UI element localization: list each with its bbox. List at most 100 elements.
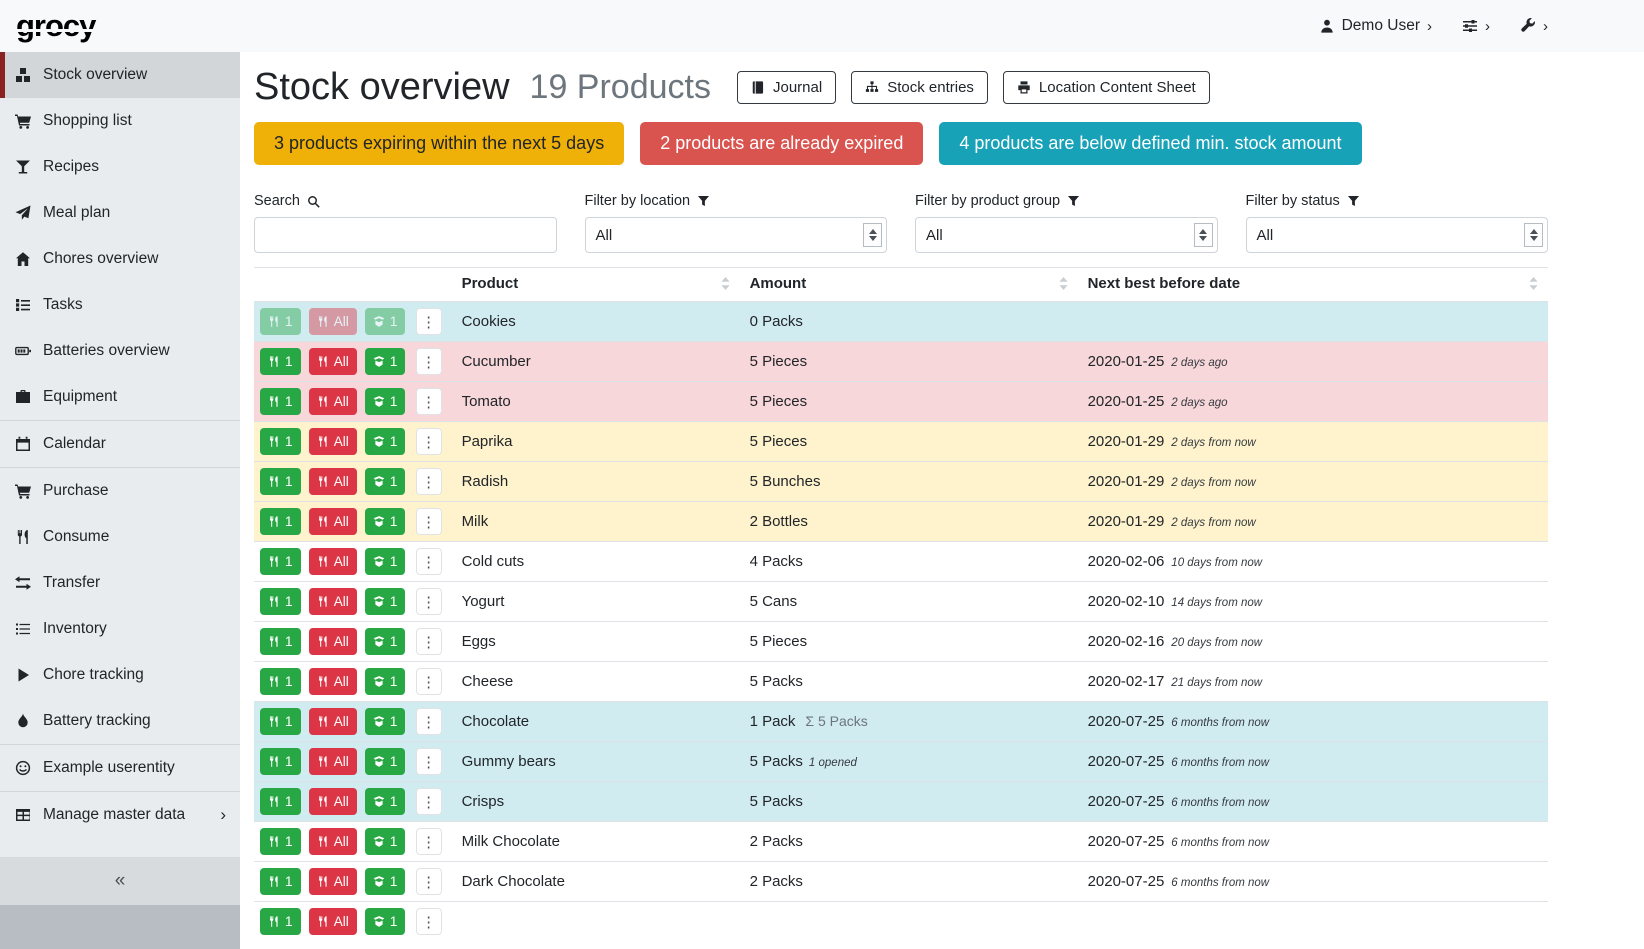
sidebar-item-equipment[interactable]: Equipment — [0, 374, 240, 420]
sidebar-item-meal-plan[interactable]: Meal plan — [0, 190, 240, 236]
consume-all-button[interactable]: All — [309, 708, 357, 735]
row-menu-button[interactable]: ⋮ — [416, 828, 442, 855]
consume-one-button[interactable]: 1 — [260, 628, 301, 655]
open-one-button[interactable]: 1 — [365, 668, 406, 695]
consume-one-button[interactable]: 1 — [260, 308, 301, 335]
open-one-button[interactable]: 1 — [365, 828, 406, 855]
consume-all-button[interactable]: All — [309, 428, 357, 455]
open-one-button[interactable]: 1 — [365, 908, 406, 935]
expired-banner[interactable]: 2 products are already expired — [640, 122, 923, 165]
open-one-button[interactable]: 1 — [365, 388, 406, 415]
consume-one-button[interactable]: 1 — [260, 428, 301, 455]
consume-one-button[interactable]: 1 — [260, 668, 301, 695]
settings-menu[interactable]: › — [1462, 18, 1490, 35]
row-menu-button[interactable]: ⋮ — [416, 468, 442, 495]
sidebar-item-inventory[interactable]: Inventory — [0, 606, 240, 652]
consume-one-button[interactable]: 1 — [260, 788, 301, 815]
consume-one-button[interactable]: 1 — [260, 708, 301, 735]
consume-all-button[interactable]: All — [309, 868, 357, 895]
open-one-button[interactable]: 1 — [365, 628, 406, 655]
consume-all-button[interactable]: All — [309, 548, 357, 575]
location-content-sheet-button[interactable]: Location Content Sheet — [1003, 71, 1210, 104]
sidebar-item-tasks[interactable]: Tasks — [0, 282, 240, 328]
open-one-button[interactable]: 1 — [365, 348, 406, 375]
row-menu-button[interactable]: ⋮ — [416, 708, 442, 735]
row-menu-button[interactable]: ⋮ — [416, 668, 442, 695]
consume-all-button[interactable]: All — [309, 628, 357, 655]
consume-all-button[interactable]: All — [309, 668, 357, 695]
user-menu[interactable]: Demo User › — [1319, 17, 1432, 35]
sidebar-item-chores-overview[interactable]: Chores overview — [0, 236, 240, 282]
open-one-button[interactable]: 1 — [365, 468, 406, 495]
sidebar-item-consume[interactable]: Consume — [0, 514, 240, 560]
consume-one-button[interactable]: 1 — [260, 588, 301, 615]
sidebar-item-transfer[interactable]: Transfer — [0, 560, 240, 606]
below-min-stock-banner[interactable]: 4 products are below defined min. stock … — [939, 122, 1361, 165]
open-one-button[interactable]: 1 — [365, 428, 406, 455]
row-menu-button[interactable]: ⋮ — [416, 748, 442, 775]
sidebar-item-battery-tracking[interactable]: Battery tracking — [0, 698, 240, 744]
stock-entries-button[interactable]: Stock entries — [851, 71, 988, 104]
sidebar-item-calendar[interactable]: Calendar — [0, 421, 240, 467]
consume-one-button[interactable]: 1 — [260, 908, 301, 935]
consume-all-button[interactable]: All — [309, 748, 357, 775]
consume-all-button[interactable]: All — [309, 308, 357, 335]
row-menu-button[interactable]: ⋮ — [416, 508, 442, 535]
consume-one-button[interactable]: 1 — [260, 388, 301, 415]
sidebar-item-chore-tracking[interactable]: Chore tracking — [0, 652, 240, 698]
consume-one-button[interactable]: 1 — [260, 468, 301, 495]
row-menu-button[interactable]: ⋮ — [416, 428, 442, 455]
journal-button[interactable]: Journal — [737, 71, 836, 104]
product-group-filter-select[interactable]: All — [915, 217, 1218, 253]
amount-cell: 5 Pieces — [740, 422, 1078, 462]
row-menu-button[interactable]: ⋮ — [416, 628, 442, 655]
location-filter-select[interactable]: All — [585, 217, 888, 253]
row-menu-button[interactable]: ⋮ — [416, 868, 442, 895]
open-one-button[interactable]: 1 — [365, 548, 406, 575]
consume-all-button[interactable]: All — [309, 468, 357, 495]
consume-all-button[interactable]: All — [309, 508, 357, 535]
sidebar-item-shopping-list[interactable]: Shopping list — [0, 98, 240, 144]
open-one-button[interactable]: 1 — [365, 748, 406, 775]
row-menu-button[interactable]: ⋮ — [416, 388, 442, 415]
consume-one-button[interactable]: 1 — [260, 508, 301, 535]
sidebar-item-batteries-overview[interactable]: Batteries overview — [0, 328, 240, 374]
open-one-button[interactable]: 1 — [365, 588, 406, 615]
consume-all-button[interactable]: All — [309, 908, 357, 935]
date-column-header[interactable]: Next best before date — [1078, 268, 1548, 302]
sidebar-item-example-userentity[interactable]: Example userentity — [0, 745, 240, 791]
open-one-button[interactable]: 1 — [365, 868, 406, 895]
open-one-button[interactable]: 1 — [365, 708, 406, 735]
sidebar-collapse-button[interactable]: « — [0, 857, 240, 905]
search-input[interactable] — [254, 217, 557, 253]
consume-one-button[interactable]: 1 — [260, 548, 301, 575]
consume-all-button[interactable]: All — [309, 788, 357, 815]
expiring-banner[interactable]: 3 products expiring within the next 5 da… — [254, 122, 624, 165]
product-column-header[interactable]: Product — [452, 268, 740, 302]
consume-all-button[interactable]: All — [309, 348, 357, 375]
consume-all-button[interactable]: All — [309, 828, 357, 855]
consume-all-button[interactable]: All — [309, 388, 357, 415]
row-menu-button[interactable]: ⋮ — [416, 308, 442, 335]
amount-column-header[interactable]: Amount — [740, 268, 1078, 302]
open-one-button[interactable]: 1 — [365, 508, 406, 535]
grocy-logo[interactable]: grocy — [16, 8, 95, 44]
consume-one-button[interactable]: 1 — [260, 748, 301, 775]
row-menu-button[interactable]: ⋮ — [416, 908, 442, 935]
sidebar-item-recipes[interactable]: Recipes — [0, 144, 240, 190]
open-one-button[interactable]: 1 — [365, 308, 406, 335]
consume-one-button[interactable]: 1 — [260, 828, 301, 855]
status-filter-select[interactable]: All — [1246, 217, 1549, 253]
sidebar-item-manage-master-data[interactable]: Manage master data › — [0, 792, 240, 838]
admin-menu[interactable]: › — [1520, 18, 1548, 35]
consume-all-button[interactable]: All — [309, 588, 357, 615]
consume-one-button[interactable]: 1 — [260, 868, 301, 895]
row-menu-button[interactable]: ⋮ — [416, 348, 442, 375]
row-menu-button[interactable]: ⋮ — [416, 548, 442, 575]
open-one-button[interactable]: 1 — [365, 788, 406, 815]
sidebar-item-purchase[interactable]: Purchase — [0, 468, 240, 514]
row-menu-button[interactable]: ⋮ — [416, 788, 442, 815]
row-menu-button[interactable]: ⋮ — [416, 588, 442, 615]
sidebar-item-stock-overview[interactable]: Stock overview — [0, 52, 240, 98]
consume-one-button[interactable]: 1 — [260, 348, 301, 375]
